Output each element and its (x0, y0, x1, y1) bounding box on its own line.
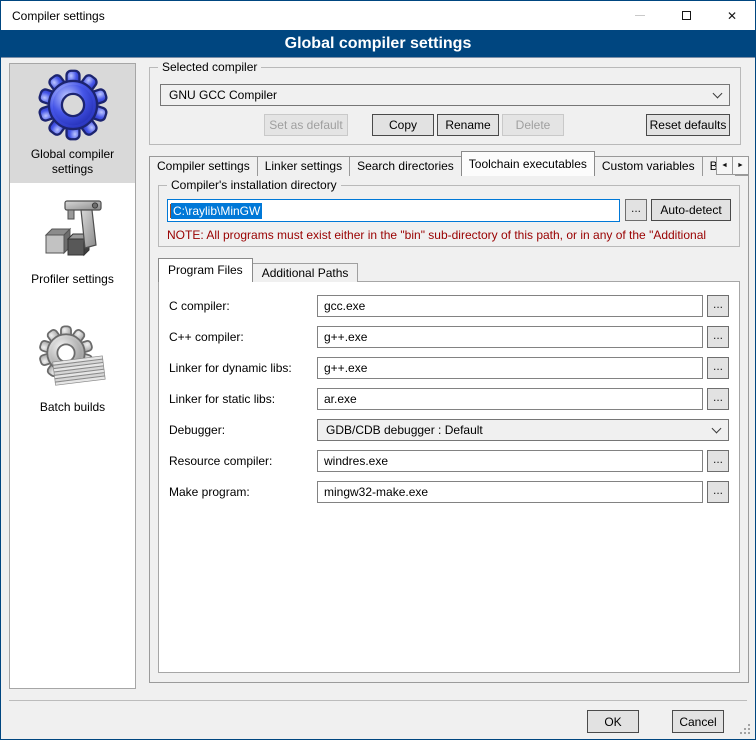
tab-scroll-left-button[interactable]: ◄ (716, 156, 733, 175)
installation-directory-input[interactable]: C:\raylib\MinGW (167, 199, 620, 222)
toolchain-tab-bar: Compiler settings Linker settings Search… (149, 150, 749, 176)
page-title: Global compiler settings (1, 30, 755, 58)
resource-compiler-input[interactable]: windres.exe (317, 450, 703, 472)
rename-button[interactable]: Rename (437, 114, 499, 136)
browse-button[interactable]: ... (707, 357, 729, 379)
debugger-label: Debugger: (169, 423, 317, 437)
ok-button[interactable]: OK (587, 710, 639, 733)
tab-scroll-right-button[interactable]: ► (732, 156, 749, 175)
browse-directory-button[interactable]: ... (625, 199, 647, 221)
selected-path-text: C:\raylib\MinGW (171, 203, 262, 219)
dynamic-linker-input[interactable]: g++.exe (317, 357, 703, 379)
minimize-icon (635, 15, 645, 16)
titlebar-buttons: ✕ (617, 1, 755, 30)
selected-compiler-group: Selected compiler GNU GCC Compiler Set a… (149, 67, 741, 145)
set-as-default-button[interactable]: Set as default (264, 114, 348, 136)
selected-compiler-value: GNU GCC Compiler (169, 88, 277, 102)
window-title: Compiler settings (12, 9, 105, 23)
toolchain-executables-panel: Compiler's installation directory C:\ray… (149, 175, 749, 683)
resource-compiler-row: Resource compiler: windres.exe ... (169, 450, 729, 472)
footer-divider (9, 700, 747, 701)
files-tab-bar: Program Files Additional Paths (158, 257, 357, 282)
dialog-buttons: OK Cancel (587, 710, 724, 733)
blue-gear-icon (36, 68, 110, 142)
close-button[interactable]: ✕ (709, 1, 755, 30)
arrow-left-icon: ◄ (721, 162, 728, 169)
group-title: Compiler's installation directory (167, 178, 341, 193)
sidebar-item-profiler-settings[interactable]: Profiler settings (10, 191, 135, 293)
static-linker-label: Linker for static libs: (169, 392, 317, 406)
tab-scroll-buttons: ◄ ► (717, 156, 749, 175)
caliper-icon (38, 195, 108, 267)
tab-linker-settings[interactable]: Linker settings (257, 156, 350, 176)
program-files-panel: C compiler: gcc.exe ... C++ compiler: g+… (158, 281, 740, 673)
debugger-row: Debugger: GDB/CDB debugger : Default (169, 419, 729, 441)
dynamic-linker-row: Linker for dynamic libs: g++.exe ... (169, 357, 729, 379)
close-icon: ✕ (727, 10, 737, 22)
chevron-down-icon (712, 423, 722, 433)
auto-detect-button[interactable]: Auto-detect (651, 199, 731, 221)
c-compiler-label: C compiler: (169, 299, 317, 313)
browse-button[interactable]: ... (707, 295, 729, 317)
debugger-select[interactable]: GDB/CDB debugger : Default (317, 419, 729, 441)
make-program-row: Make program: mingw32-make.exe ... (169, 481, 729, 503)
static-linker-row: Linker for static libs: ar.exe ... (169, 388, 729, 410)
settings-category-list: Global compiler settings (9, 63, 136, 689)
compiler-actions: Set as default Copy Rename Delete Reset … (160, 114, 730, 136)
browse-button[interactable]: ... (707, 388, 729, 410)
dynamic-linker-label: Linker for dynamic libs: (169, 361, 317, 375)
tab-search-directories[interactable]: Search directories (349, 156, 462, 176)
compiler-settings-dialog: Compiler settings ✕ Global compiler sett… (0, 0, 756, 740)
maximize-icon (682, 11, 691, 20)
maximize-button[interactable] (663, 1, 709, 30)
sidebar-item-label: Profiler settings (12, 270, 133, 287)
grey-gear-stack-icon (38, 325, 108, 395)
sidebar-item-batch-builds[interactable]: Batch builds (10, 321, 135, 421)
cpp-compiler-input[interactable]: g++.exe (317, 326, 703, 348)
tab-additional-paths[interactable]: Additional Paths (252, 263, 359, 282)
tab-custom-variables[interactable]: Custom variables (594, 156, 703, 176)
browse-button[interactable]: ... (707, 450, 729, 472)
reset-defaults-button[interactable]: Reset defaults (646, 114, 730, 136)
installation-directory-group: Compiler's installation directory C:\ray… (158, 185, 740, 247)
copy-button[interactable]: Copy (372, 114, 434, 136)
sidebar-item-global-compiler-settings[interactable]: Global compiler settings (10, 64, 135, 183)
tab-program-files[interactable]: Program Files (158, 258, 253, 282)
browse-button[interactable]: ... (707, 326, 729, 348)
installation-path-row: C:\raylib\MinGW ... Auto-detect (167, 199, 731, 222)
cpp-compiler-row: C++ compiler: g++.exe ... (169, 326, 729, 348)
resource-compiler-label: Resource compiler: (169, 454, 317, 468)
static-linker-input[interactable]: ar.exe (317, 388, 703, 410)
minimize-button[interactable] (617, 1, 663, 30)
group-title: Selected compiler (158, 60, 261, 75)
debugger-value: GDB/CDB debugger : Default (326, 423, 483, 437)
c-compiler-row: C compiler: gcc.exe ... (169, 295, 729, 317)
sidebar-item-label: Global compiler settings (12, 145, 133, 177)
delete-button[interactable]: Delete (502, 114, 564, 136)
sidebar-spacer (10, 293, 135, 321)
make-program-input[interactable]: mingw32-make.exe (317, 481, 703, 503)
sidebar-spacer (10, 183, 135, 191)
make-program-label: Make program: (169, 485, 317, 499)
chevron-down-icon (713, 88, 723, 98)
cpp-compiler-label: C++ compiler: (169, 330, 317, 344)
cancel-button[interactable]: Cancel (672, 710, 724, 733)
resize-grip[interactable] (740, 724, 750, 734)
sidebar-item-label: Batch builds (12, 398, 133, 415)
note-text: NOTE: All programs must exist either in … (167, 227, 738, 243)
selected-compiler-select[interactable]: GNU GCC Compiler (160, 84, 730, 106)
arrow-right-icon: ► (737, 162, 744, 169)
c-compiler-input[interactable]: gcc.exe (317, 295, 703, 317)
tab-compiler-settings[interactable]: Compiler settings (149, 156, 258, 176)
tab-toolchain-executables[interactable]: Toolchain executables (461, 151, 595, 176)
browse-button[interactable]: ... (707, 481, 729, 503)
titlebar: Compiler settings ✕ (1, 1, 755, 30)
